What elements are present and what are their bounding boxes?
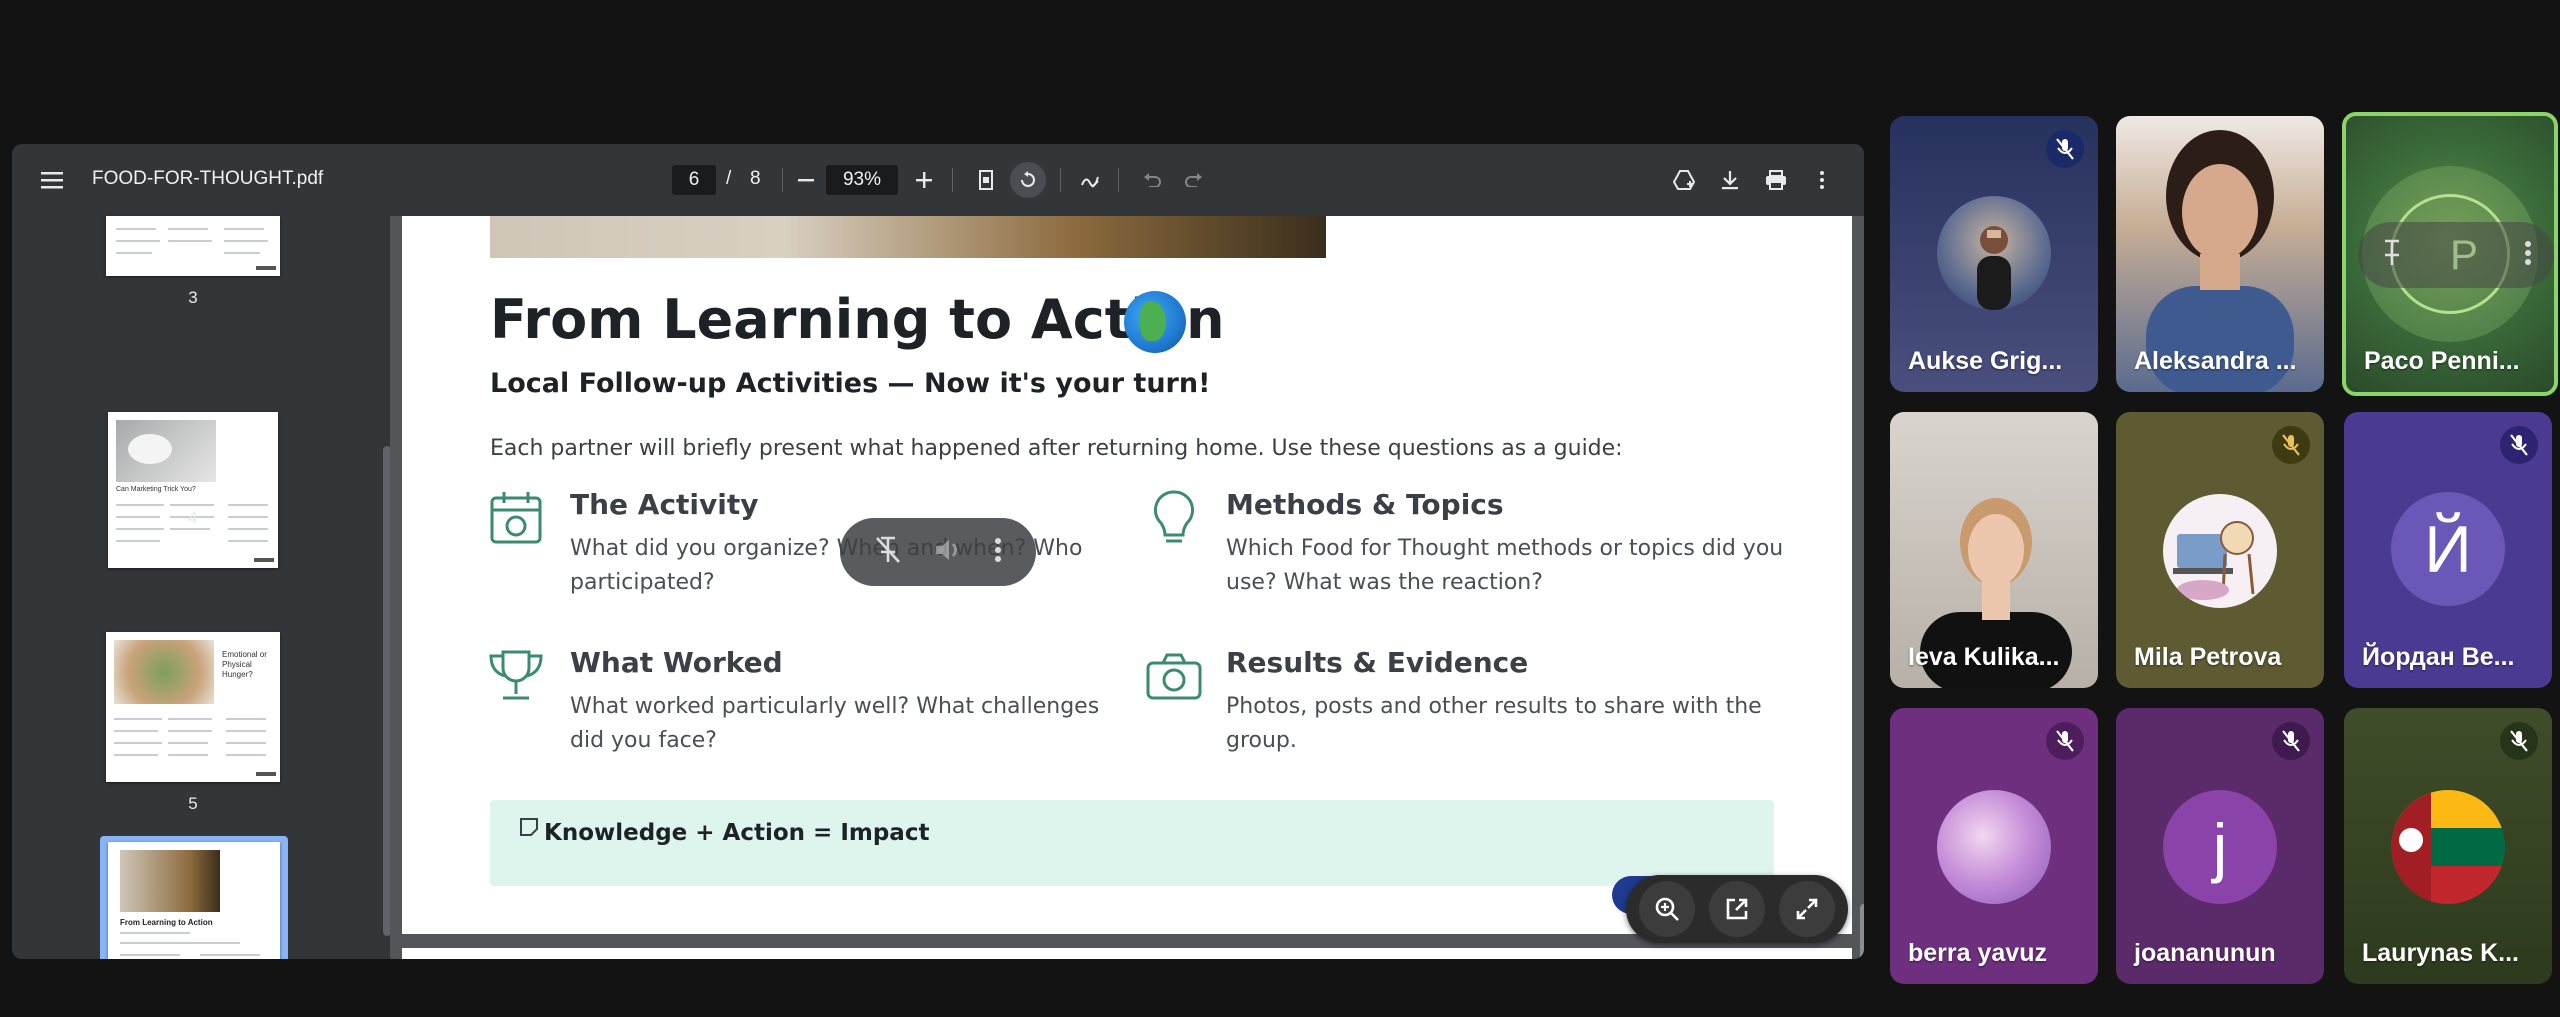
- volume-icon[interactable]: [934, 538, 962, 567]
- participant-name: joananunun: [2134, 939, 2276, 967]
- mic-off-icon: [2046, 130, 2084, 168]
- total-pages: 8: [750, 168, 761, 189]
- globe-icon: [1124, 291, 1186, 353]
- thumbnail-number: 4: [188, 508, 198, 527]
- participant-tile-active[interactable]: P Paco Penni...: [2342, 112, 2558, 396]
- zoom-level-input[interactable]: 93%: [826, 165, 898, 195]
- participant-name: Mila Petrova: [2134, 643, 2282, 671]
- participant-name: Aukse Grig...: [1908, 347, 2063, 375]
- toolbar-divider: [1118, 168, 1119, 192]
- participant-avatar: [2391, 790, 2505, 904]
- thumbnail-heading: Emotional or Physical Hunger?: [222, 650, 267, 679]
- zoom-out-icon[interactable]: [788, 162, 824, 198]
- annotate-icon[interactable]: [1072, 162, 1108, 198]
- unpin-icon[interactable]: [875, 536, 901, 569]
- fullscreen-icon[interactable]: [1779, 881, 1835, 937]
- more-vert-icon[interactable]: [995, 537, 1002, 567]
- thumbnail-heading: From Learning to Action: [120, 918, 213, 927]
- participant-avatar: Й: [2391, 492, 2505, 606]
- participant-tile[interactable]: Aukse Grig...: [1890, 116, 2098, 392]
- lightbulb-icon: [1144, 488, 1204, 548]
- participant-tile[interactable]: j joananunun: [2116, 708, 2324, 984]
- participant-avatar: [1937, 790, 2051, 904]
- mic-off-icon: [2272, 722, 2310, 760]
- item-text: Photos, posts and other results to share…: [1226, 694, 1762, 753]
- toolbar-divider: [952, 168, 953, 192]
- mic-off-icon: [2500, 722, 2538, 760]
- undo-icon[interactable]: [1134, 162, 1170, 198]
- participant-name: Laurynas K...: [2362, 939, 2519, 967]
- toolbar-divider: [1060, 168, 1061, 192]
- thumbnail-sidebar: 3 Can Marketing Trick You? 4 Emotional o…: [12, 216, 374, 959]
- page-number-input[interactable]: 6: [672, 165, 716, 195]
- participant-name: Paco Penni...: [2364, 347, 2520, 375]
- participant-tile[interactable]: Й Йордан Ве...: [2344, 412, 2552, 688]
- trophy-icon: [486, 646, 546, 706]
- camera-icon: [1144, 646, 1204, 706]
- participant-tile[interactable]: Aleksandra ...: [2116, 116, 2324, 392]
- participant-avatar: [2163, 494, 2277, 608]
- item-title: Methods & Topics: [1226, 488, 1504, 521]
- open-in-new-icon[interactable]: [1709, 881, 1765, 937]
- page-thumbnail-5[interactable]: Emotional or Physical Hunger?: [106, 632, 280, 782]
- mic-off-icon: [2272, 426, 2310, 464]
- participant-tile[interactable]: Ieva Kulika...: [1890, 412, 2098, 688]
- toolbar-divider: [782, 168, 783, 192]
- save-to-drive-icon[interactable]: [1666, 162, 1702, 198]
- participant-avatar: [1937, 196, 2051, 310]
- mic-off-icon: [2046, 722, 2084, 760]
- callout-text: Knowledge + Action = Impact: [544, 820, 930, 846]
- thumbnail-heading: Can Marketing Trick You?: [116, 486, 196, 493]
- pdf-page: From Learning to Action Local Follow-up …: [402, 216, 1852, 934]
- hero-image: [490, 216, 1326, 258]
- participant-name: Aleksandra ...: [2134, 347, 2297, 375]
- view-controls: [1626, 875, 1848, 943]
- participant-tile[interactable]: Mila Petrova: [2116, 412, 2324, 688]
- rotate-icon[interactable]: [1010, 162, 1046, 198]
- page-title: From Learning to Action: [490, 288, 1225, 351]
- page-thumbnail-4[interactable]: Can Marketing Trick You?: [108, 412, 278, 568]
- item-title: What Worked: [570, 646, 783, 679]
- print-icon[interactable]: [1758, 162, 1794, 198]
- zoom-icon[interactable]: [1639, 881, 1695, 937]
- redo-icon[interactable]: [1176, 162, 1212, 198]
- document-scrollbar[interactable]: [1860, 904, 1864, 959]
- item-title: The Activity: [570, 488, 759, 521]
- menu-icon[interactable]: [34, 162, 70, 198]
- zoom-in-icon[interactable]: [906, 162, 942, 198]
- avatar-initial: P: [2449, 231, 2478, 278]
- participant-name: berra yavuz: [1908, 939, 2047, 967]
- presentation-controls: [840, 518, 1036, 586]
- calendar-icon: [486, 488, 546, 548]
- download-icon[interactable]: [1712, 162, 1748, 198]
- item-title: Results & Evidence: [1226, 646, 1529, 679]
- thumbnail-number: 5: [188, 794, 198, 813]
- note-icon: [518, 816, 542, 840]
- more-vert-icon[interactable]: [2524, 240, 2531, 270]
- thumbnail-number: 3: [188, 288, 198, 307]
- mic-off-icon: [2500, 426, 2538, 464]
- page-subtitle: Local Follow-up Activities — Now it's yo…: [490, 368, 1211, 399]
- item-text: Which Food for Thought methods or topics…: [1226, 536, 1784, 595]
- page-thumbnail-3[interactable]: [106, 216, 280, 276]
- tile-hover-controls: P: [2358, 222, 2554, 288]
- pdf-toolbar: FOOD-FOR-THOUGHT.pdf 6 / 8 93%: [12, 144, 1864, 216]
- item-text: What worked particularly well? What chal…: [570, 694, 1100, 753]
- page-separator: /: [726, 168, 732, 189]
- lithuania-flag-icon: [2391, 790, 2505, 904]
- pin-icon[interactable]: [2381, 239, 2403, 272]
- participant-name: Ieva Kulika...: [1908, 643, 2060, 671]
- file-name: FOOD-FOR-THOUGHT.pdf: [92, 168, 324, 189]
- participant-avatar: j: [2163, 790, 2277, 904]
- page-thumbnail-6[interactable]: From Learning to Action: [108, 842, 280, 959]
- participant-tile[interactable]: Laurynas K...: [2344, 708, 2552, 984]
- next-pdf-page: [402, 948, 1852, 959]
- participant-name: Йордан Ве...: [2362, 643, 2515, 671]
- participant-tile[interactable]: berra yavuz: [1890, 708, 2098, 984]
- fit-page-icon[interactable]: [968, 162, 1004, 198]
- page-intro: Each partner will briefly present what h…: [490, 436, 1623, 461]
- more-options-icon[interactable]: [1804, 162, 1840, 198]
